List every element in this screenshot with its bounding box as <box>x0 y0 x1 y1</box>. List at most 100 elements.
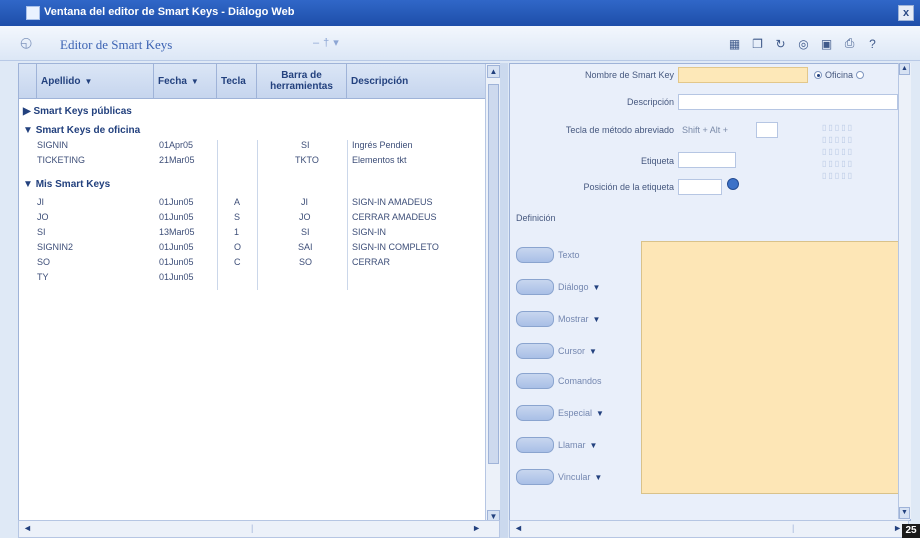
editor-header: ◵ Editor de Smart Keys –†▾ ▦ ❐ ↻ ◎ ▣ ⎙ ? <box>0 26 920 61</box>
def-button-call[interactable]: Llamar ▼ <box>516 434 624 456</box>
help-icon[interactable]: ? <box>863 34 882 53</box>
table-row[interactable]: SIGNIN 01Apr05 SI Ingrés Pendien <box>19 140 485 152</box>
col-apellido[interactable]: Apellido ▼ <box>37 64 154 98</box>
expand-icon[interactable]: ▾ <box>333 37 343 49</box>
name-field[interactable] <box>678 67 808 83</box>
desc-field[interactable] <box>678 94 898 110</box>
keyboard-icon[interactable]: ▯▯▯▯▯ ▯▯▯▯▯ ▯▯▯▯▯ ▯▯▯▯▯ ▯▯▯▯▯ <box>822 122 896 194</box>
scroll-thumb[interactable] <box>488 84 499 464</box>
special-icon <box>516 405 554 421</box>
def-button-link[interactable]: Vincular ▼ <box>516 466 624 488</box>
def-button-show[interactable]: Mostrar ▼ <box>516 308 624 330</box>
def-button-cursor[interactable]: Cursor ▼ <box>516 340 624 362</box>
scroll-right-icon[interactable]: ► <box>893 523 902 533</box>
col-tecla-label: Tecla <box>221 75 246 87</box>
cell-name: JI <box>37 197 45 207</box>
editor-title: Editor de Smart Keys <box>60 37 173 52</box>
commands-icon <box>516 373 554 389</box>
scroll-left-icon[interactable]: ◄ <box>23 523 32 533</box>
cell-name: SIGNIN2 <box>37 242 74 252</box>
save-icon[interactable]: ▣ <box>817 34 836 53</box>
group-public[interactable]: ▶ Smart Keys públicas <box>23 106 132 117</box>
desc-label: Descripción <box>626 97 674 107</box>
cell-key: A <box>234 197 241 207</box>
definition-editor[interactable] <box>641 241 905 494</box>
toolbar: ▦ ❐ ↻ ◎ ▣ ⎙ ? <box>725 34 882 53</box>
scroll-up-icon[interactable]: ▲ <box>487 65 500 78</box>
scroll-down-icon[interactable]: ▼ <box>899 507 910 519</box>
page-number-badge: 25 <box>902 524 920 538</box>
cell-toolbar: SO <box>299 257 313 267</box>
table-row[interactable]: JI 01Jun05 A JI SIGN-IN AMADEUS <box>19 197 485 209</box>
show-icon <box>516 311 554 327</box>
cell-date: 01Apr05 <box>159 140 194 150</box>
table-row[interactable]: SO 01Jun05 C SO CERRAR <box>19 257 485 269</box>
cell-date: 01Jun05 <box>159 257 194 267</box>
cell-date: 01Jun05 <box>159 242 194 252</box>
def-button-show-label: Mostrar <box>558 314 589 324</box>
radio-oficina-label: Oficina <box>825 70 854 80</box>
app-icon <box>26 6 40 20</box>
cell-desc: SIGN-IN <box>352 227 387 237</box>
scope-radio-group: Oficina <box>814 70 867 80</box>
details-horizontal-scrollbar[interactable]: ◄ | ► <box>509 520 909 538</box>
cell-toolbar: SI <box>301 227 310 237</box>
table-row[interactable]: JO 01Jun05 S JO CERRAR AMADEUS <box>19 212 485 224</box>
table-row[interactable]: SIGNIN2 01Jun05 O SAI SIGN-IN COMPLETO <box>19 242 485 254</box>
cell-desc: CERRAR <box>352 257 391 267</box>
col-tecla[interactable]: Tecla <box>217 64 257 98</box>
col-descripcion[interactable]: Descripción <box>347 64 485 98</box>
color-picker-icon[interactable] <box>727 178 739 190</box>
label-field[interactable] <box>678 152 736 168</box>
radio-other[interactable] <box>856 71 865 79</box>
list-vertical-scrollbar[interactable]: ▲ ▼ <box>485 64 501 524</box>
pin-icon[interactable]: † <box>323 37 333 49</box>
def-button-dialog[interactable]: Diálogo ▼ <box>516 276 624 298</box>
col-apellido-label: Apellido <box>41 75 81 87</box>
table-row[interactable]: SI 13Mar05 1 SI SIGN-IN <box>19 227 485 239</box>
column-divider <box>217 140 218 290</box>
editor-logo-icon: ◵ <box>20 34 33 50</box>
details-vertical-scrollbar[interactable]: ▲ ▼ <box>898 63 911 519</box>
col-fecha-label: Fecha <box>158 75 187 87</box>
cell-name: JO <box>37 212 49 222</box>
copy-icon[interactable]: ❐ <box>748 34 767 53</box>
labelpos-field[interactable] <box>678 179 722 195</box>
def-button-text[interactable]: Texto <box>516 244 624 266</box>
print-icon[interactable]: ⎙ <box>840 34 859 53</box>
def-button-commands-label: Comandos <box>558 376 602 386</box>
minimize-icon[interactable]: – <box>313 37 323 49</box>
dropdown-icon: ▼ <box>589 346 597 356</box>
settings-icon[interactable]: ◎ <box>794 34 813 53</box>
col-fecha[interactable]: Fecha ▼ <box>154 64 217 98</box>
refresh-icon[interactable]: ↻ <box>771 34 790 53</box>
cell-desc: SIGN-IN COMPLETO <box>352 242 439 252</box>
scroll-right-icon[interactable]: ► <box>472 523 481 533</box>
export-icon[interactable]: ▦ <box>725 34 744 53</box>
col-barra[interactable]: Barra de herramientas <box>257 64 347 98</box>
shortcut-key-field[interactable] <box>756 122 778 138</box>
pane-splitter[interactable] <box>500 63 508 538</box>
cell-toolbar: JI <box>301 197 309 207</box>
sort-down-icon: ▼ <box>190 76 199 86</box>
cell-name: SIGNIN <box>37 140 69 150</box>
group-office[interactable]: ▼ Smart Keys de oficina <box>23 125 140 136</box>
cell-desc: Ingrés Pendien <box>352 140 413 150</box>
scroll-up-icon[interactable]: ▲ <box>899 63 910 75</box>
smart-keys-list: Apellido ▼ Fecha ▼ Tecla Barra de herramie… <box>18 63 502 525</box>
group-office-label: Smart Keys de oficina <box>35 125 141 136</box>
close-button[interactable]: x <box>898 5 914 21</box>
def-button-special[interactable]: Especial ▼ <box>516 402 624 424</box>
def-button-commands[interactable]: Comandos <box>516 370 624 392</box>
table-row[interactable]: TICKETING 21Mar05 TKTO Elementos tkt <box>19 155 485 167</box>
column-divider <box>257 140 258 290</box>
group-mine[interactable]: ▼ Mis Smart Keys <box>23 179 110 190</box>
list-horizontal-scrollbar[interactable]: ◄ | ► <box>18 520 500 538</box>
dialog-icon <box>516 279 554 295</box>
table-row[interactable]: TY 01Jun05 <box>19 272 485 284</box>
def-button-text-label: Texto <box>558 250 580 260</box>
radio-oficina[interactable] <box>814 71 822 79</box>
name-label: Nombre de Smart Key <box>584 70 674 80</box>
scroll-left-icon[interactable]: ◄ <box>514 523 523 533</box>
cell-desc: Elementos tkt <box>352 155 407 165</box>
